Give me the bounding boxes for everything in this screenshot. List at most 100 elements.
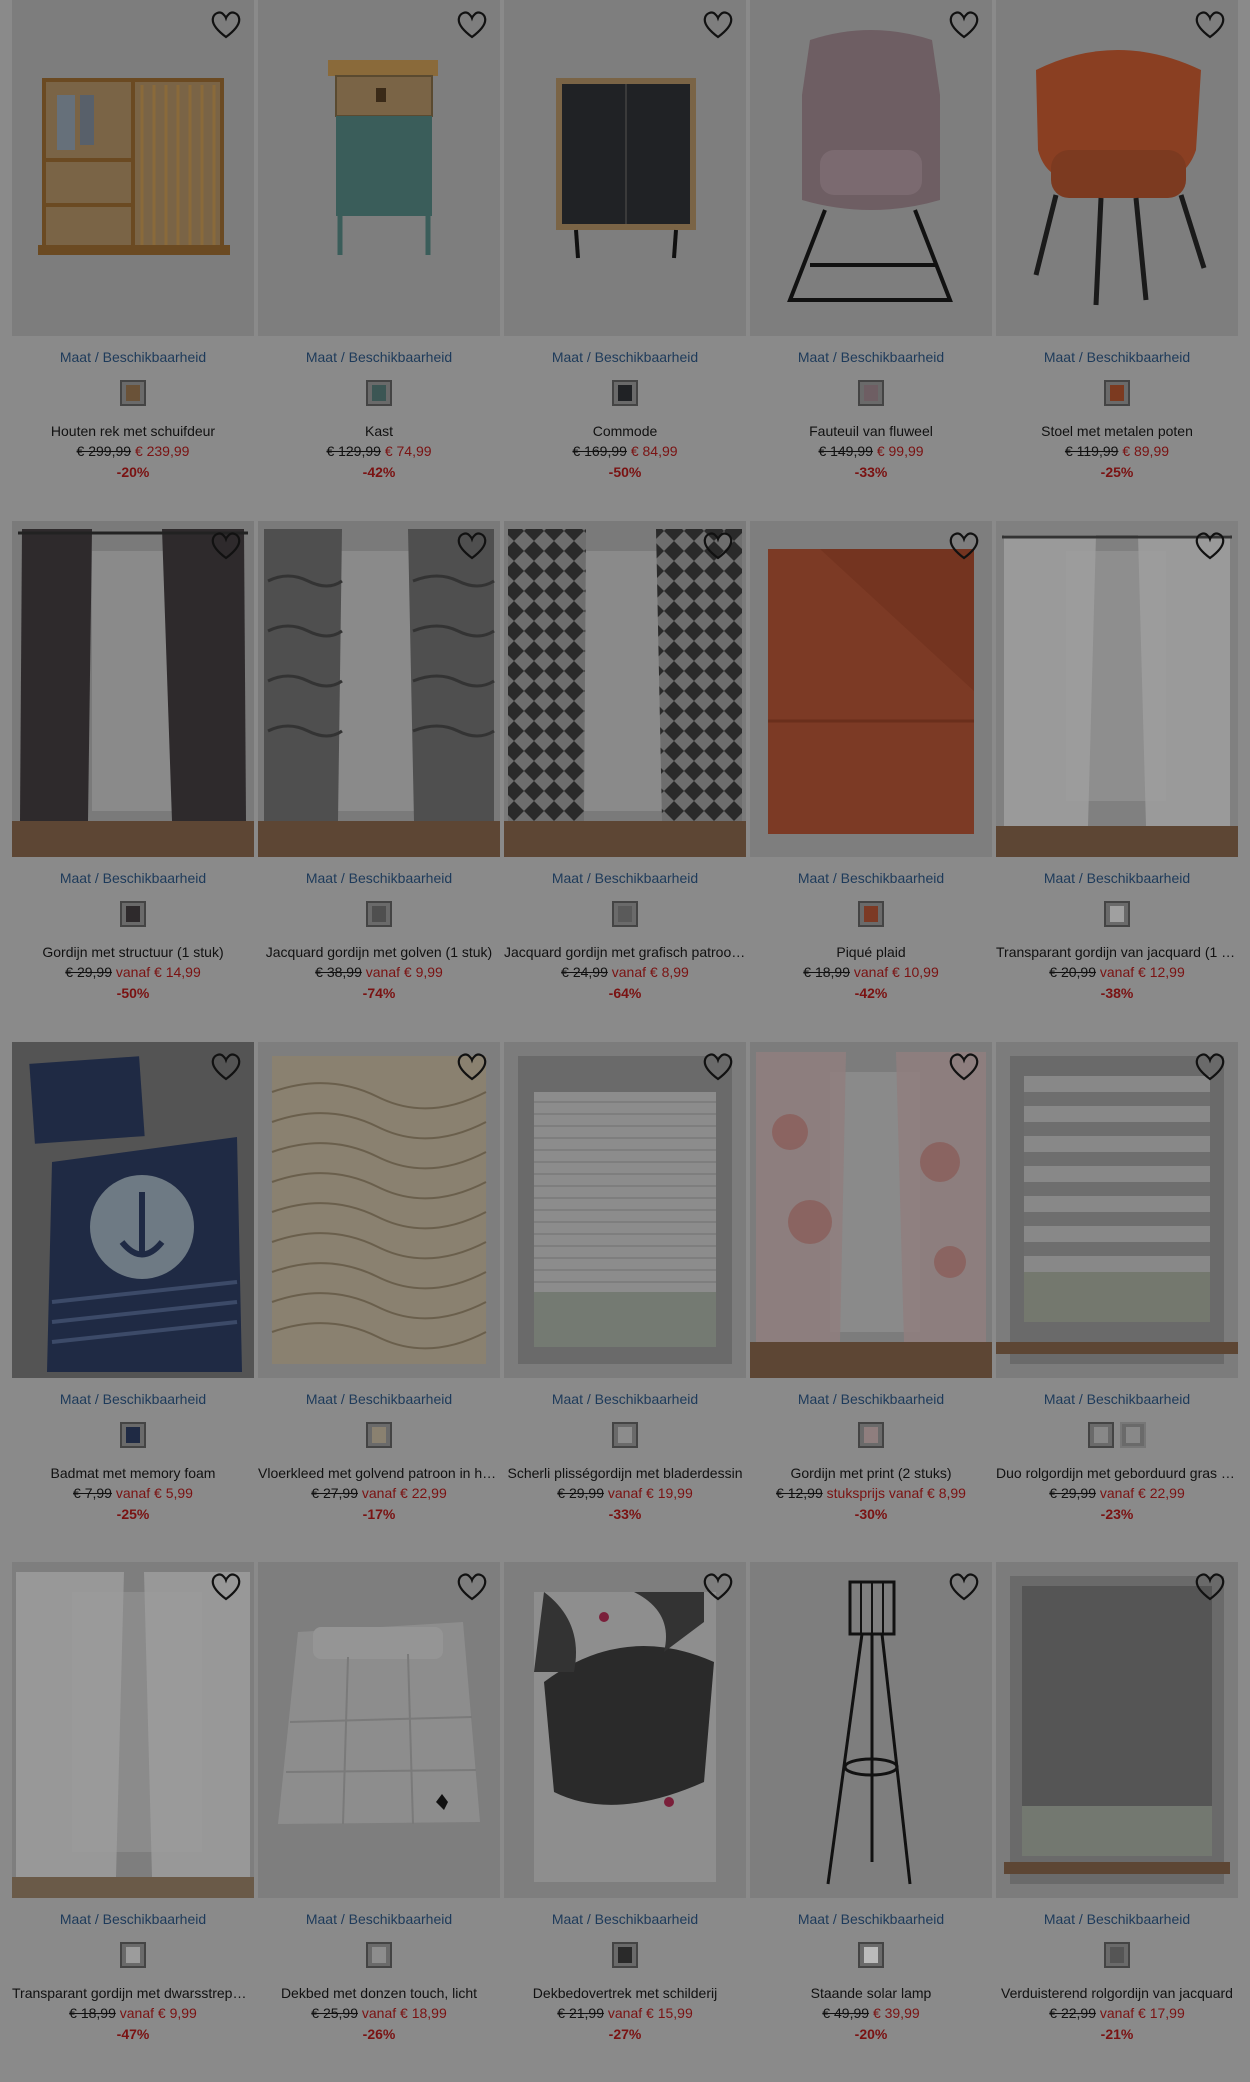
- product-card[interactable]: Maat / Beschikbaarheid Transparant gordi…: [996, 521, 1238, 1021]
- product-card[interactable]: Maat / Beschikbaarheid Badmat met memory…: [12, 1042, 254, 1542]
- availability-link[interactable]: Maat / Beschikbaarheid: [996, 870, 1238, 886]
- product-image[interactable]: [258, 1042, 500, 1378]
- product-image[interactable]: [258, 0, 500, 336]
- color-swatch[interactable]: [366, 1422, 392, 1448]
- product-image[interactable]: [504, 521, 746, 857]
- product-image[interactable]: [996, 0, 1238, 336]
- color-swatch[interactable]: [1120, 1422, 1146, 1448]
- availability-link[interactable]: Maat / Beschikbaarheid: [996, 349, 1238, 365]
- product-title[interactable]: Dekbed met donzen touch, licht: [258, 1985, 500, 2001]
- product-card[interactable]: Maat / Beschikbaarheid Commode € 169,99 …: [504, 0, 746, 500]
- product-title[interactable]: Badmat met memory foam: [12, 1465, 254, 1481]
- heart-icon[interactable]: [702, 1052, 734, 1082]
- color-swatch[interactable]: [1104, 1942, 1130, 1968]
- color-swatch[interactable]: [120, 1942, 146, 1968]
- product-card[interactable]: Maat / Beschikbaarheid Scherli plisségor…: [504, 1042, 746, 1542]
- availability-link[interactable]: Maat / Beschikbaarheid: [258, 349, 500, 365]
- color-swatch[interactable]: [1104, 901, 1130, 927]
- product-card[interactable]: Maat / Beschikbaarheid Dekbed met donzen…: [258, 1562, 500, 2062]
- product-title[interactable]: Houten rek met schuifdeur: [12, 423, 254, 439]
- product-card[interactable]: Maat / Beschikbaarheid Vloerkleed met go…: [258, 1042, 500, 1542]
- product-image[interactable]: [504, 1042, 746, 1378]
- heart-icon[interactable]: [948, 10, 980, 40]
- color-swatch[interactable]: [858, 1942, 884, 1968]
- product-image[interactable]: [750, 0, 992, 336]
- product-card[interactable]: Maat / Beschikbaarheid Verduisterend rol…: [996, 1562, 1238, 2062]
- color-swatch[interactable]: [366, 380, 392, 406]
- product-title[interactable]: Jacquard gordijn met golven (1 stuk): [258, 944, 500, 960]
- product-title[interactable]: Duo rolgordijn met geborduurd gras (1 st…: [996, 1465, 1238, 1481]
- product-image[interactable]: [504, 1562, 746, 1898]
- heart-icon[interactable]: [702, 10, 734, 40]
- product-card[interactable]: Maat / Beschikbaarheid Jacquard gordijn …: [258, 521, 500, 1021]
- color-swatch[interactable]: [366, 1942, 392, 1968]
- product-image[interactable]: [12, 521, 254, 857]
- product-card[interactable]: Maat / Beschikbaarheid Staande solar lam…: [750, 1562, 992, 2062]
- color-swatch[interactable]: [612, 1422, 638, 1448]
- heart-icon[interactable]: [456, 1052, 488, 1082]
- availability-link[interactable]: Maat / Beschikbaarheid: [750, 1911, 992, 1927]
- heart-icon[interactable]: [948, 1572, 980, 1602]
- product-title[interactable]: Fauteuil van fluweel: [750, 423, 992, 439]
- heart-icon[interactable]: [948, 1052, 980, 1082]
- product-card[interactable]: Maat / Beschikbaarheid Piqué plaid € 18,…: [750, 521, 992, 1021]
- heart-icon[interactable]: [1194, 1052, 1226, 1082]
- product-title[interactable]: Commode: [504, 423, 746, 439]
- product-image[interactable]: [750, 1562, 992, 1898]
- product-title[interactable]: Jacquard gordijn met grafisch patroon (1…: [504, 944, 746, 960]
- heart-icon[interactable]: [702, 531, 734, 561]
- availability-link[interactable]: Maat / Beschikbaarheid: [504, 1911, 746, 1927]
- product-image[interactable]: [258, 1562, 500, 1898]
- availability-link[interactable]: Maat / Beschikbaarheid: [258, 1391, 500, 1407]
- product-title[interactable]: Staande solar lamp: [750, 1985, 992, 2001]
- heart-icon[interactable]: [210, 531, 242, 561]
- product-title[interactable]: Transparant gordijn van jacquard (1 stuk…: [996, 944, 1238, 960]
- heart-icon[interactable]: [456, 531, 488, 561]
- availability-link[interactable]: Maat / Beschikbaarheid: [504, 870, 746, 886]
- availability-link[interactable]: Maat / Beschikbaarheid: [12, 349, 254, 365]
- availability-link[interactable]: Maat / Beschikbaarheid: [12, 1391, 254, 1407]
- product-title[interactable]: Dekbedovertrek met schilderij: [504, 1985, 746, 2001]
- availability-link[interactable]: Maat / Beschikbaarheid: [750, 349, 992, 365]
- product-card[interactable]: Maat / Beschikbaarheid Jacquard gordijn …: [504, 521, 746, 1021]
- product-card[interactable]: Maat / Beschikbaarheid Kast € 129,99 € 7…: [258, 0, 500, 500]
- color-swatch[interactable]: [1104, 380, 1130, 406]
- product-image[interactable]: [12, 1562, 254, 1898]
- product-card[interactable]: Maat / Beschikbaarheid Houten rek met sc…: [12, 0, 254, 500]
- product-image[interactable]: [996, 1042, 1238, 1378]
- availability-link[interactable]: Maat / Beschikbaarheid: [504, 349, 746, 365]
- color-swatch[interactable]: [120, 1422, 146, 1448]
- product-card[interactable]: Maat / Beschikbaarheid Gordijn met print…: [750, 1042, 992, 1542]
- heart-icon[interactable]: [210, 1052, 242, 1082]
- availability-link[interactable]: Maat / Beschikbaarheid: [996, 1911, 1238, 1927]
- heart-icon[interactable]: [1194, 1572, 1226, 1602]
- product-title[interactable]: Stoel met metalen poten: [996, 423, 1238, 439]
- heart-icon[interactable]: [210, 1572, 242, 1602]
- availability-link[interactable]: Maat / Beschikbaarheid: [750, 870, 992, 886]
- color-swatch[interactable]: [612, 901, 638, 927]
- product-card[interactable]: Maat / Beschikbaarheid Dekbedovertrek me…: [504, 1562, 746, 2062]
- product-title[interactable]: Scherli plisségordijn met bladerdessin: [504, 1465, 746, 1481]
- color-swatch[interactable]: [858, 380, 884, 406]
- color-swatch[interactable]: [858, 1422, 884, 1448]
- product-card[interactable]: Maat / Beschikbaarheid Stoel met metalen…: [996, 0, 1238, 500]
- product-card[interactable]: Maat / Beschikbaarheid Fauteuil van fluw…: [750, 0, 992, 500]
- product-title[interactable]: Gordijn met print (2 stuks): [750, 1465, 992, 1481]
- color-swatch[interactable]: [120, 901, 146, 927]
- product-title[interactable]: Gordijn met structuur (1 stuk): [12, 944, 254, 960]
- product-title[interactable]: Vloerkleed met golvend patroon in hoog-d…: [258, 1465, 500, 1481]
- availability-link[interactable]: Maat / Beschikbaarheid: [750, 1391, 992, 1407]
- heart-icon[interactable]: [948, 531, 980, 561]
- color-swatch[interactable]: [1088, 1422, 1114, 1448]
- heart-icon[interactable]: [1194, 10, 1226, 40]
- heart-icon[interactable]: [210, 10, 242, 40]
- product-image[interactable]: [258, 521, 500, 857]
- heart-icon[interactable]: [1194, 531, 1226, 561]
- availability-link[interactable]: Maat / Beschikbaarheid: [12, 1911, 254, 1927]
- product-image[interactable]: [750, 1042, 992, 1378]
- product-card[interactable]: Maat / Beschikbaarheid Gordijn met struc…: [12, 521, 254, 1021]
- product-image[interactable]: [996, 1562, 1238, 1898]
- color-swatch[interactable]: [612, 1942, 638, 1968]
- product-title[interactable]: Piqué plaid: [750, 944, 992, 960]
- product-title[interactable]: Kast: [258, 423, 500, 439]
